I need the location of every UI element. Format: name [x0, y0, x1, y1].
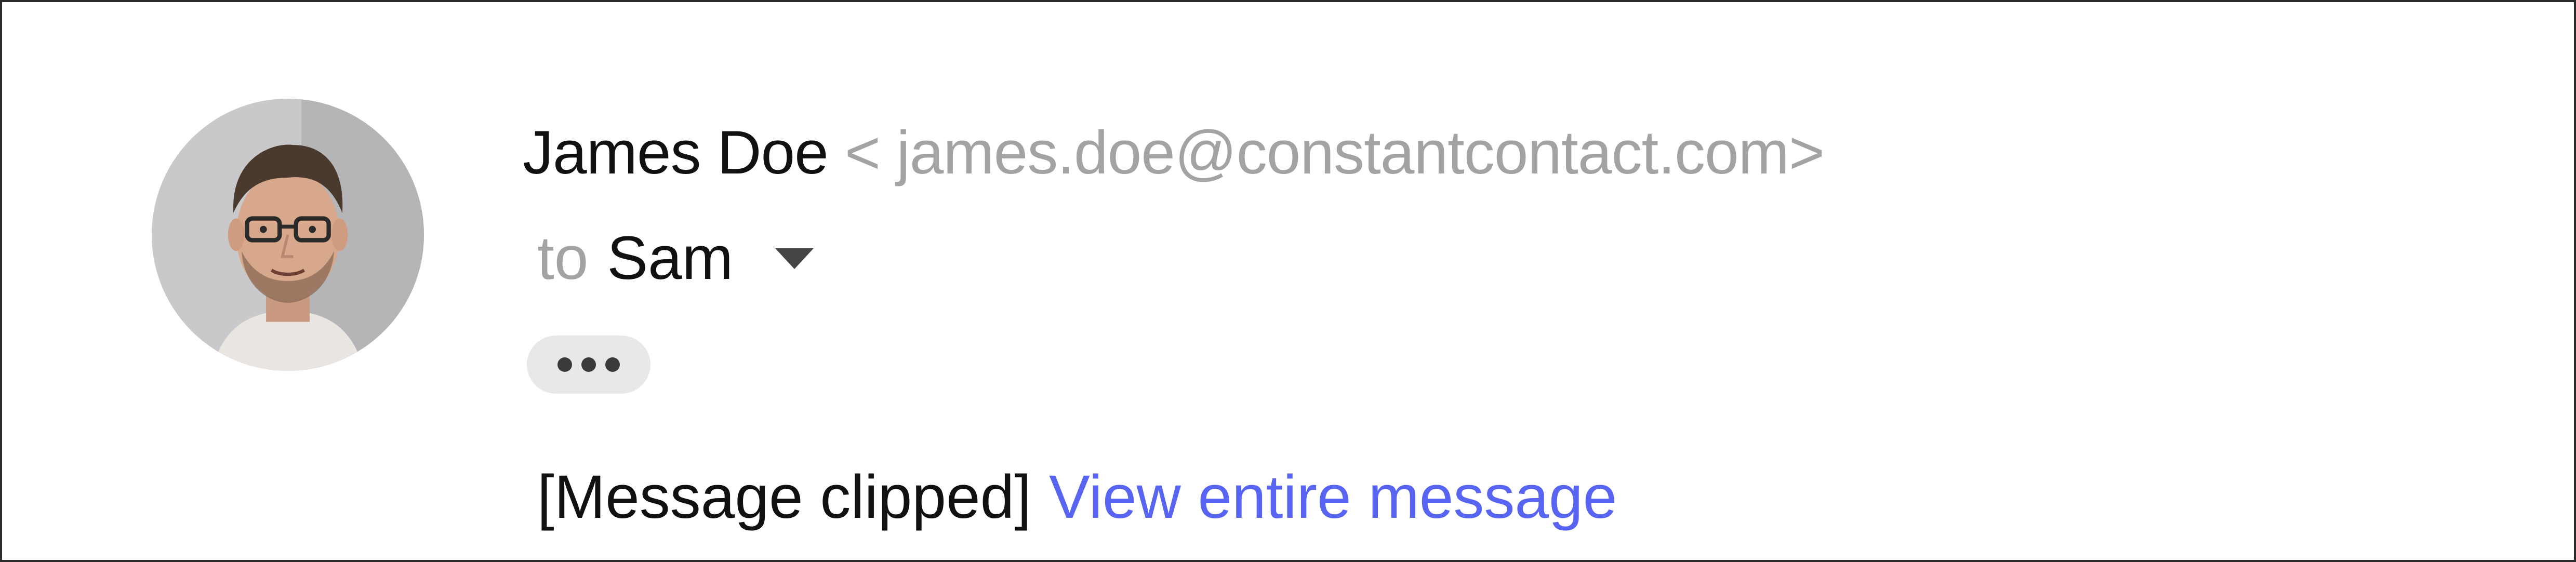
sender-email[interactable]: < james.doe@constantcontact.com>	[845, 117, 1825, 188]
sender-name: James Doe	[523, 118, 829, 187]
show-trimmed-content-button[interactable]	[527, 336, 650, 394]
message-clipped-line: [Message clipped] View entire message	[537, 458, 1617, 536]
sender-avatar[interactable]	[152, 99, 424, 371]
view-entire-message-link[interactable]: View entire message	[1049, 462, 1617, 532]
recipient-name: Sam	[607, 224, 734, 292]
message-clipped-notice: [Message clipped]	[537, 463, 1032, 531]
email-header-panel: James Doe < james.doe@constantcontact.co…	[0, 0, 2576, 562]
ellipsis-icon	[557, 357, 620, 372]
recipient-details-dropdown[interactable]	[769, 233, 819, 283]
recipient-line: to Sam	[537, 219, 819, 297]
avatar-portrait-icon	[152, 99, 424, 371]
sender-line: James Doe < james.doe@constantcontact.co…	[523, 111, 1825, 194]
caret-down-icon	[775, 248, 814, 269]
to-label: to	[537, 224, 589, 292]
